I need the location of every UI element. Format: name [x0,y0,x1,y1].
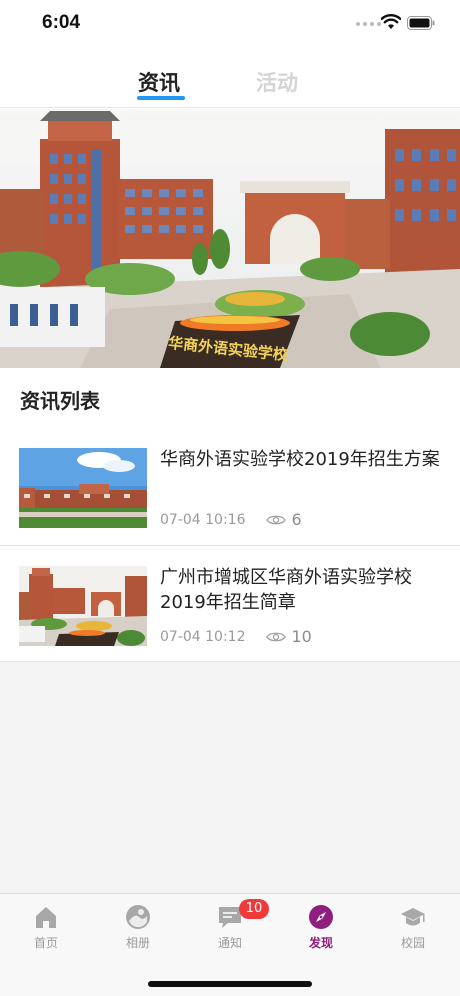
wifi-icon [381,14,401,29]
eye-icon [266,515,287,524]
tabbar-item-campus[interactable]: 校园 [383,904,443,951]
campus-graduation-cap-icon [401,908,425,926]
tabbar-item-discover[interactable]: 发现 [291,904,351,951]
news-time: 07-04 10:12 [160,628,246,645]
home-indicator[interactable] [148,981,312,987]
news-time: 07-04 10:16 [160,511,246,528]
discover-compass-icon [309,905,333,929]
news-title: 华商外语实验学校2019年招生方案 [160,449,440,470]
news-views: 6 [291,510,302,529]
tabbar-label: 通知 [217,936,242,950]
tab-news[interactable]: 资讯 [138,67,180,97]
news-thumbnail [19,448,147,528]
news-meta: 07-04 10:16 6 [160,510,302,529]
news-thumbnail [19,566,147,646]
status-time: 6:04 [42,12,81,33]
tabbar-item-home[interactable]: 首页 [16,904,76,951]
news-meta: 07-04 10:12 10 [160,627,312,646]
eye-icon [266,632,287,641]
battery-icon [407,16,435,30]
tabbar-label: 发现 [308,936,333,950]
active-tab-indicator [137,96,185,100]
news-title: 广州市增城区华商外语实验学校2019年招生简章 [160,567,412,613]
empty-list-area [0,662,460,894]
tabbar-label: 相册 [125,936,150,950]
school-campus-illustration: 华商外语实验学校 [0,109,460,368]
tabbar-label: 首页 [33,936,58,950]
status-bar: 6:04 [0,0,460,50]
album-icon [126,905,150,929]
section-title: 资讯列表 [20,389,100,413]
news-views: 10 [291,627,312,646]
home-icon [36,907,56,928]
tabbar-item-album[interactable]: 相册 [108,904,168,951]
notification-badge: 10 [239,899,269,919]
news-item[interactable]: 广州市增城区华商外语实验学校2019年招生简章 07-04 10:12 10 [0,546,460,662]
cellular-signal-icon [356,22,381,26]
tabbar-label: 校园 [400,936,425,950]
top-tabs: 资讯 活动 [0,60,460,108]
news-item[interactable]: 华商外语实验学校2019年招生方案 07-04 10:16 6 [0,430,460,546]
tab-activity[interactable]: 活动 [256,67,298,97]
banner-image[interactable]: 华商外语实验学校 [0,109,460,368]
